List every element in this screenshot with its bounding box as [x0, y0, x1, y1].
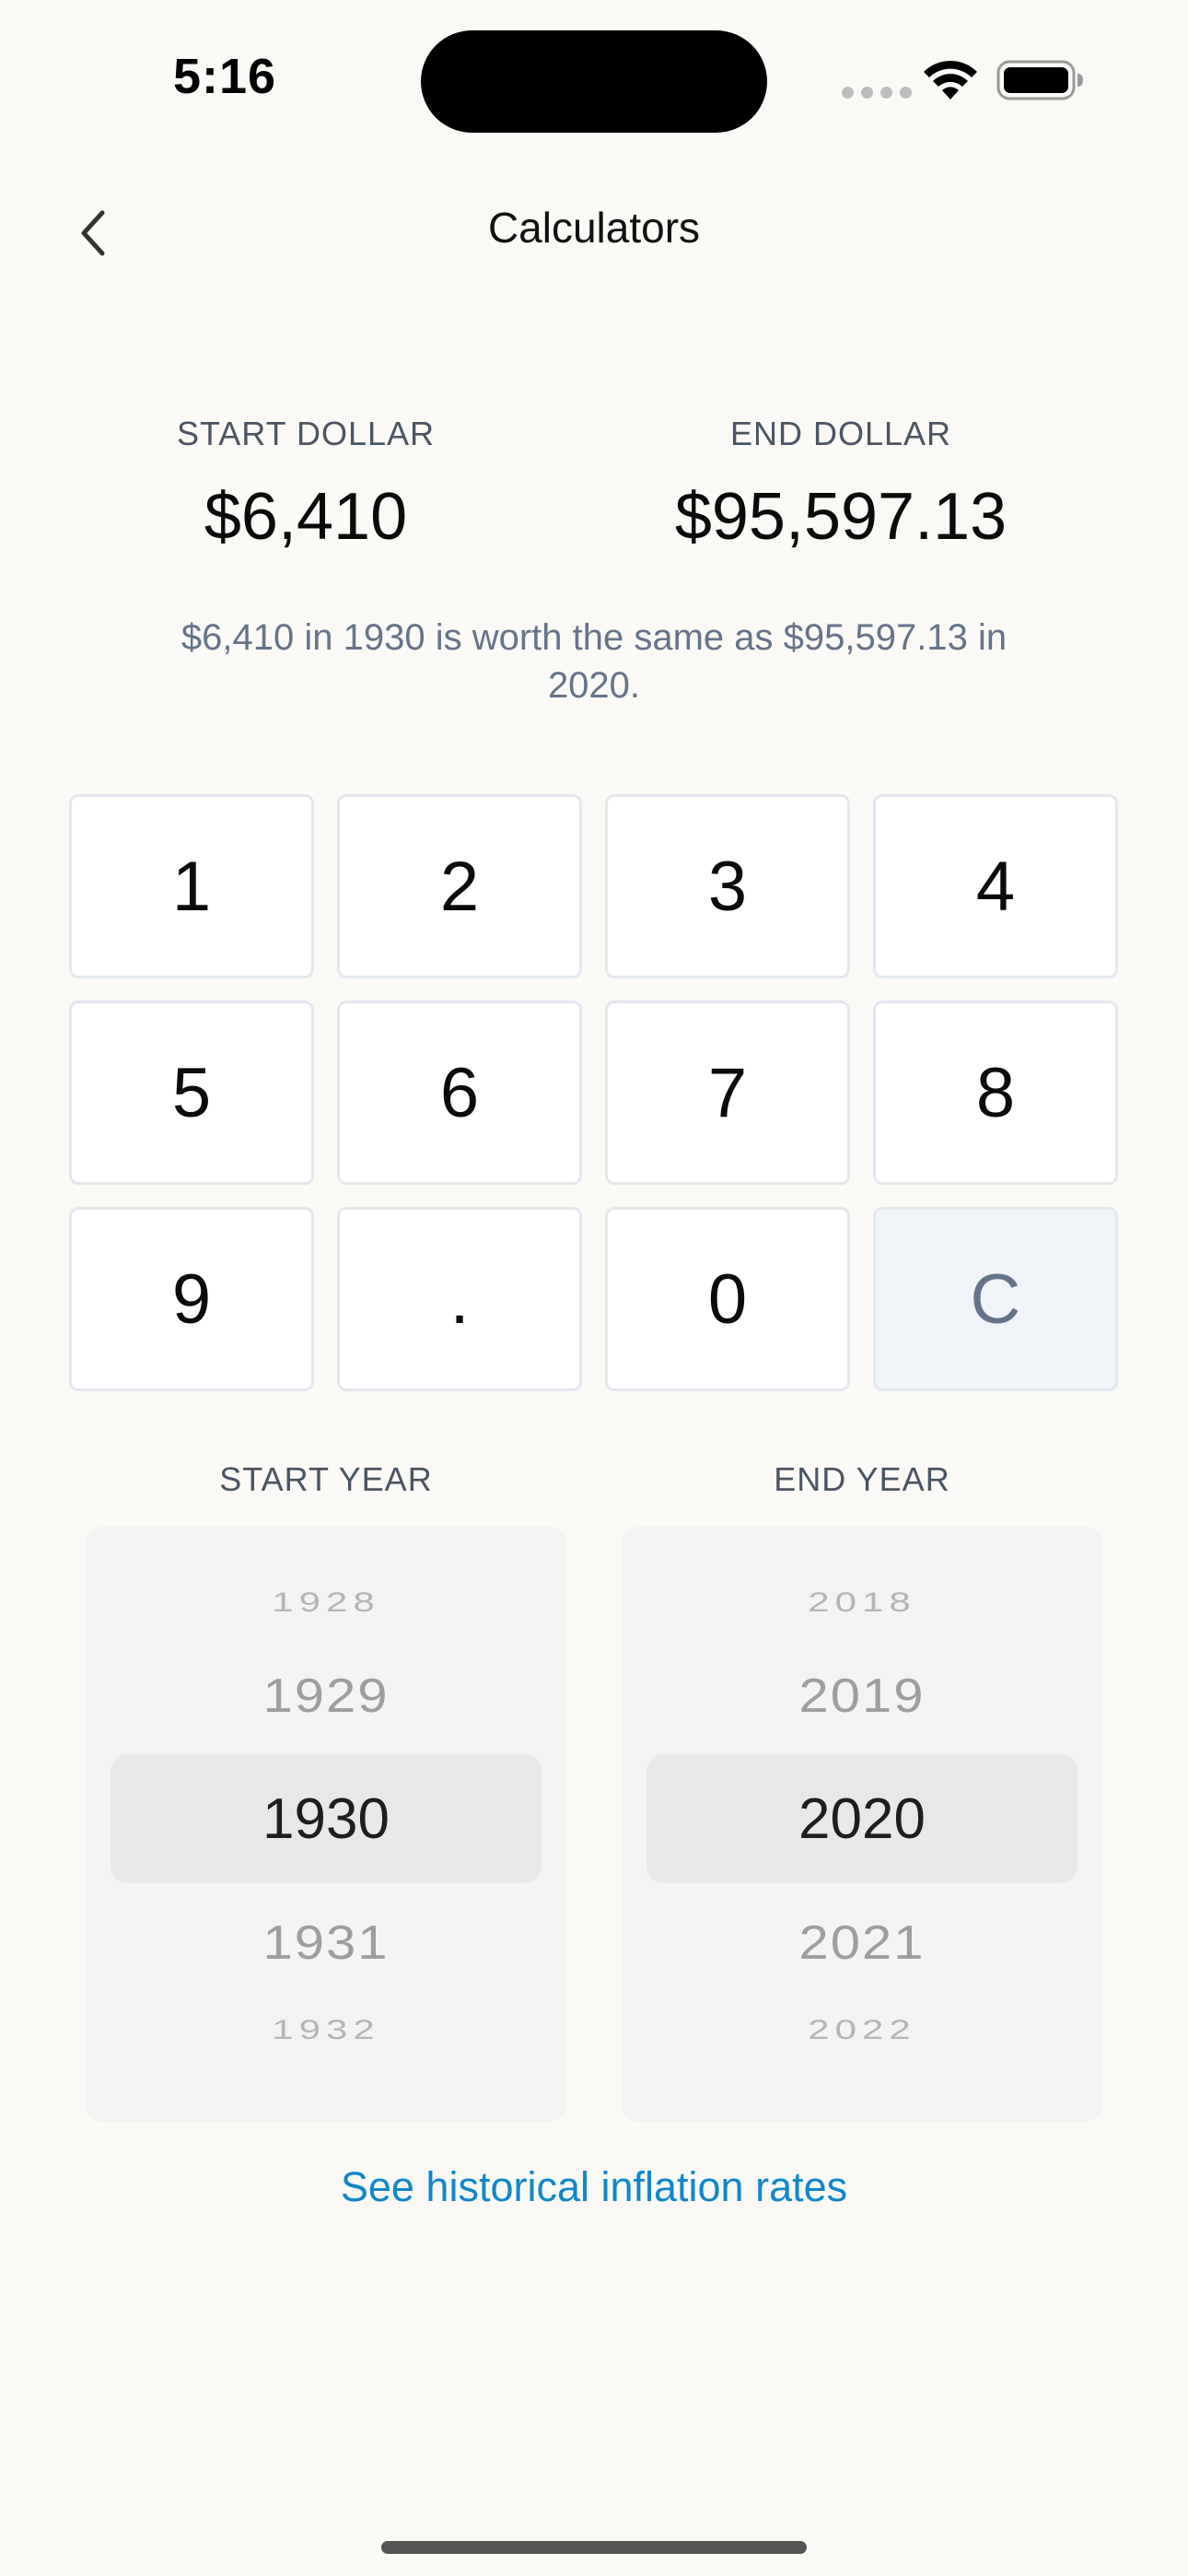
- picker-fade: [86, 1527, 566, 1582]
- start-dollar: START DOLLAR $6,410: [76, 415, 536, 555]
- key-4[interactable]: 4: [873, 794, 1118, 978]
- key-7[interactable]: 7: [605, 1001, 850, 1185]
- keypad: 1 2 3 4 5 6 7 8 9 . 0 C: [69, 794, 1119, 1391]
- key-3[interactable]: 3: [605, 794, 850, 978]
- picker-selected-option[interactable]: 2020: [622, 1786, 1102, 1852]
- page-title: Calculators: [487, 204, 701, 252]
- picker-selected-option[interactable]: 1930: [86, 1786, 566, 1852]
- wifi-icon: [924, 60, 977, 100]
- key-5[interactable]: 5: [69, 1001, 314, 1185]
- key-0[interactable]: 0: [605, 1207, 850, 1391]
- picker-option[interactable]: 2018: [622, 1587, 1102, 1618]
- picker-option[interactable]: 1928: [86, 1587, 566, 1618]
- status-time: 5:16: [173, 49, 277, 104]
- key-2[interactable]: 2: [337, 794, 582, 978]
- start-dollar-label: START DOLLAR: [176, 415, 436, 452]
- picker-option[interactable]: 2019: [622, 1668, 1102, 1723]
- start-dollar-value: $6,410: [204, 480, 408, 554]
- end-dollar-value: $95,597.13: [674, 480, 1007, 554]
- historical-inflation-link[interactable]: See historical inflation rates: [0, 2163, 1188, 2211]
- key-1[interactable]: 1: [69, 794, 314, 978]
- cellular-signal-icon: [842, 87, 912, 99]
- picker-option[interactable]: 1931: [86, 1914, 566, 1970]
- end-dollar: END DOLLAR $95,597.13: [611, 415, 1071, 555]
- start-year-section: START YEAR 1928 1929 1930 1931 1932: [86, 1460, 566, 2122]
- key-8[interactable]: 8: [873, 1001, 1118, 1185]
- nav-bar: Calculators: [0, 184, 1188, 276]
- picker-fade: [622, 1527, 1102, 1582]
- picker-option[interactable]: 1932: [86, 2014, 566, 2045]
- picker-fade: [622, 2067, 1102, 2122]
- picker-option[interactable]: 2021: [622, 1914, 1102, 1970]
- end-year-picker[interactable]: 2018 2019 2020 2021 2022: [622, 1527, 1102, 2122]
- start-year-picker[interactable]: 1928 1929 1930 1931 1932: [86, 1527, 566, 2122]
- key-decimal[interactable]: .: [337, 1207, 582, 1391]
- clear-button[interactable]: C: [873, 1207, 1118, 1391]
- end-dollar-label: END DOLLAR: [729, 415, 952, 452]
- dynamic-island: [421, 30, 767, 133]
- end-year-section: END YEAR 2018 2019 2020 2021 2022: [622, 1460, 1102, 2122]
- home-indicator[interactable]: [381, 2541, 807, 2554]
- start-year-label: START YEAR: [219, 1460, 433, 1498]
- conversion-summary: $6,410 in 1930 is worth the same as $95,…: [181, 617, 1007, 706]
- key-6[interactable]: 6: [337, 1001, 582, 1185]
- picker-option[interactable]: 2022: [622, 2014, 1102, 2045]
- picker-fade: [86, 2067, 566, 2122]
- key-9[interactable]: 9: [69, 1207, 314, 1391]
- status-bar: 5:16: [0, 0, 1188, 157]
- dollar-summary: START DOLLAR $6,410 END DOLLAR $95,597.1…: [0, 415, 1188, 571]
- battery-icon: [996, 60, 1083, 100]
- end-year-label: END YEAR: [774, 1460, 950, 1498]
- picker-option[interactable]: 1929: [86, 1668, 566, 1723]
